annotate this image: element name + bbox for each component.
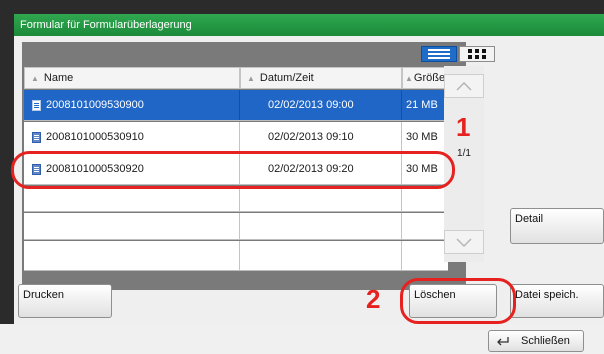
close-button[interactable]: Schließen — [488, 330, 584, 352]
sort-triangle-icon: ▲ — [405, 73, 413, 83]
chevron-up-icon — [456, 81, 472, 91]
list-view-icon — [428, 49, 450, 59]
file-row[interactable]: 2008101009530900 02/02/2013 09:00 21 MB — [24, 90, 448, 121]
save-file-button-label: Datei speich. — [515, 289, 579, 301]
callout-number-1: 1 — [456, 112, 471, 142]
file-name: 2008101009530900 — [46, 99, 144, 111]
scroll-up-button[interactable] — [444, 74, 484, 98]
file-size: 30 MB — [406, 131, 438, 143]
column-name-label: Name — [43, 72, 74, 84]
enter-arrow-icon — [497, 336, 509, 345]
grid-view-icon — [468, 49, 486, 59]
list-view-button[interactable] — [421, 46, 457, 62]
column-date-label: Datum/Zeit — [259, 72, 314, 84]
detail-button-label: Detail — [515, 213, 544, 225]
sort-triangle-icon: ▲ — [31, 73, 39, 83]
detail-button[interactable]: Detail — [510, 208, 604, 244]
column-header-size[interactable]: ▲ Größe — [402, 67, 448, 89]
print-button-label: Drucken — [23, 289, 64, 301]
file-row[interactable]: 2008101000530910 02/02/2013 09:10 30 MB — [24, 122, 448, 153]
empty-row — [24, 186, 448, 212]
file-size: 21 MB — [406, 99, 438, 111]
highlight-frame-row — [11, 151, 455, 189]
highlight-frame-delete — [400, 278, 516, 324]
empty-row — [24, 241, 448, 271]
close-button-label: Schließen — [521, 335, 570, 347]
print-button[interactable]: Drucken — [18, 284, 112, 318]
chevron-down-icon — [456, 237, 472, 247]
callout-number-2: 2 — [366, 284, 381, 314]
column-header-name[interactable]: ▲ Name — [24, 67, 240, 89]
empty-row — [24, 213, 448, 240]
column-header-date[interactable]: ▲ Datum/Zeit — [240, 67, 402, 89]
file-date: 02/02/2013 09:00 — [240, 90, 402, 120]
file-name: 2008101000530910 — [46, 131, 144, 143]
panel-title: Formular für Formularüberlagerung — [14, 14, 604, 36]
file-date: 02/02/2013 09:10 — [240, 122, 402, 152]
document-icon — [32, 99, 41, 111]
column-size-label: Größe — [413, 72, 446, 84]
thumbnail-view-button[interactable] — [459, 46, 495, 62]
scroll-down-button[interactable] — [444, 230, 484, 254]
sort-triangle-icon: ▲ — [247, 73, 255, 83]
document-icon — [32, 131, 41, 143]
top-bar — [0, 0, 604, 14]
save-file-button[interactable]: Datei speich. — [510, 284, 604, 318]
